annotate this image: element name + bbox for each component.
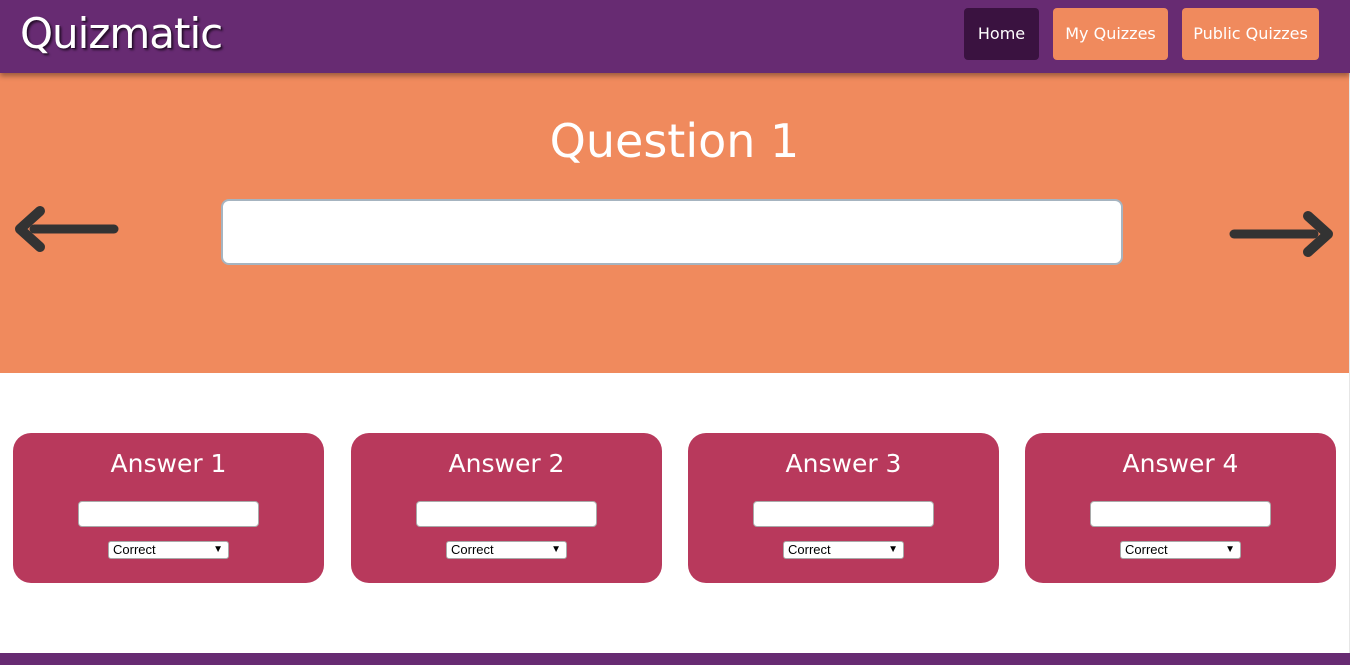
next-question-button[interactable] bbox=[1226, 209, 1336, 259]
answer-card-2: Answer 2 Correct ▼ bbox=[351, 433, 662, 583]
dropdown-caret-icon: ▼ bbox=[1225, 544, 1235, 555]
answer-card-1: Answer 1 Correct ▼ bbox=[13, 433, 324, 583]
select-value: Correct bbox=[451, 542, 494, 557]
answer-title: Answer 1 bbox=[110, 449, 227, 478]
nav-my-quizzes-button[interactable]: My Quizzes bbox=[1053, 8, 1168, 60]
answer-title: Answer 2 bbox=[448, 449, 565, 478]
answer-text-input[interactable] bbox=[78, 501, 259, 527]
dropdown-caret-icon: ▼ bbox=[213, 544, 223, 555]
answer-card-3: Answer 3 Correct ▼ bbox=[688, 433, 999, 583]
question-title: Question 1 bbox=[549, 114, 800, 168]
dropdown-caret-icon: ▼ bbox=[551, 544, 561, 555]
correctness-select[interactable]: Correct ▼ bbox=[108, 541, 229, 559]
select-value: Correct bbox=[1125, 542, 1168, 557]
dropdown-caret-icon: ▼ bbox=[888, 544, 898, 555]
question-panel: Question 1 bbox=[0, 73, 1349, 373]
answer-title: Answer 4 bbox=[1122, 449, 1239, 478]
arrow-right-icon bbox=[1229, 211, 1333, 257]
select-value: Correct bbox=[113, 542, 156, 557]
answer-text-input[interactable] bbox=[753, 501, 934, 527]
correctness-select[interactable]: Correct ▼ bbox=[446, 541, 567, 559]
correctness-select[interactable]: Correct ▼ bbox=[783, 541, 904, 559]
app-logo[interactable]: Quizmatic bbox=[20, 8, 223, 60]
answers-section: Answer 1 Correct ▼ Answer 2 Correct ▼ An… bbox=[0, 433, 1349, 583]
footer-bar bbox=[0, 653, 1350, 665]
answer-text-input[interactable] bbox=[416, 501, 597, 527]
arrow-left-icon bbox=[15, 206, 119, 252]
answer-card-4: Answer 4 Correct ▼ bbox=[1025, 433, 1336, 583]
correctness-select[interactable]: Correct ▼ bbox=[1120, 541, 1241, 559]
previous-question-button[interactable] bbox=[12, 204, 122, 254]
answer-title: Answer 3 bbox=[785, 449, 902, 478]
answer-text-input[interactable] bbox=[1090, 501, 1271, 527]
nav-public-quizzes-button[interactable]: Public Quizzes bbox=[1182, 8, 1319, 60]
top-navbar: Quizmatic Home My Quizzes Public Quizzes bbox=[0, 0, 1350, 73]
nav-home-button[interactable]: Home bbox=[964, 8, 1039, 60]
question-text-input[interactable] bbox=[221, 199, 1123, 265]
select-value: Correct bbox=[788, 542, 831, 557]
